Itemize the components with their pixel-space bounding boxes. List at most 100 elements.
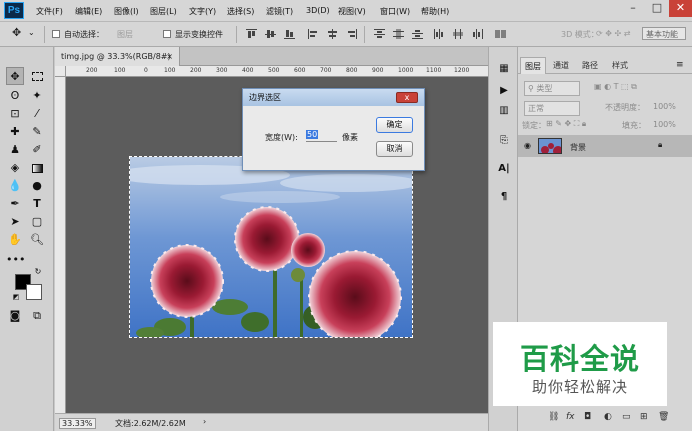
character-panel-icon[interactable]: A| <box>496 161 512 177</box>
quick-mask-icon[interactable]: ◙ <box>6 307 24 325</box>
adjustment-layer-icon[interactable]: ◐ <box>604 412 612 422</box>
maximize-button[interactable]: □ <box>646 0 668 17</box>
workspace-dropdown[interactable]: 基本功能 <box>642 27 686 40</box>
photoshop-logo: Ps <box>4 2 24 19</box>
align-right-icon[interactable] <box>346 29 357 39</box>
tab-channels[interactable]: 通道 <box>548 57 574 74</box>
background-color-swatch[interactable] <box>26 284 42 300</box>
cancel-button[interactable]: 取消 <box>376 141 413 157</box>
menu-type[interactable]: 文字(Y) <box>189 6 216 17</box>
default-colors-icon[interactable]: ◩ <box>11 292 21 302</box>
lock-icons[interactable]: ⊞ ✎ ✥ ⛶ 🔒︎ <box>546 119 586 129</box>
align-left-icon[interactable] <box>308 29 319 39</box>
move-tool-icon[interactable]: ✥ <box>6 67 24 85</box>
auto-select-target-dropdown[interactable]: 图层 <box>117 29 133 40</box>
trash-icon[interactable]: 🗑︎ <box>658 412 669 422</box>
distribute-hcenter-icon[interactable] <box>453 29 464 39</box>
menu-image[interactable]: 图像(I) <box>114 6 139 17</box>
clone-source-icon[interactable]: ⎘ <box>496 133 512 149</box>
close-tab-icon[interactable]: × <box>166 47 173 66</box>
minimize-button[interactable]: – <box>622 0 644 17</box>
new-layer-icon[interactable]: ⊞ <box>640 412 648 422</box>
ruler-tick: 300 <box>216 67 228 74</box>
menu-help[interactable]: 帮助(H) <box>421 6 449 17</box>
distribute-vcenter-icon[interactable] <box>393 29 404 39</box>
menu-3d[interactable]: 3D(D) <box>306 6 330 15</box>
auto-align-icon[interactable] <box>495 29 506 39</box>
history-brush-icon[interactable]: ✐ <box>28 141 46 159</box>
dialog-close-button[interactable]: x <box>396 92 418 103</box>
menu-select[interactable]: 选择(S) <box>227 6 254 17</box>
panel-menu-icon[interactable]: ≡ <box>676 60 684 70</box>
magic-wand-icon[interactable]: ✦ <box>28 87 46 105</box>
add-mask-icon[interactable]: ◘ <box>584 412 591 422</box>
gradient-tool-icon[interactable] <box>28 159 46 177</box>
type-tool-icon[interactable]: T <box>28 195 46 213</box>
chevron-down-icon[interactable]: ⌄ <box>28 28 35 37</box>
more-tools-icon[interactable]: ••• <box>6 251 25 269</box>
path-selection-icon[interactable]: ➤ <box>6 213 24 231</box>
paragraph-panel-icon[interactable]: ¶ <box>496 189 512 205</box>
menu-file[interactable]: 文件(F) <box>36 6 63 17</box>
swap-colors-icon[interactable]: ↻ <box>33 267 43 277</box>
align-hcenter-icon[interactable] <box>327 29 338 39</box>
eraser-tool-icon[interactable]: ◈ <box>6 159 24 177</box>
kind-filter-dropdown[interactable]: ⚲ 类型 <box>524 81 580 96</box>
show-transform-checkbox[interactable] <box>163 30 171 38</box>
move-tool-icon[interactable]: ✥ <box>12 26 21 39</box>
menu-edit[interactable]: 编辑(E) <box>75 6 102 17</box>
close-button[interactable]: ✕ <box>669 0 692 17</box>
border-selection-dialog: 边界选区 x 宽度(W): 50 像素 确定 取消 <box>242 88 425 171</box>
pen-tool-icon[interactable]: ✒ <box>6 195 24 213</box>
align-top-icon[interactable] <box>246 29 257 39</box>
kind-filter-label: 类型 <box>536 84 553 93</box>
menu-filter[interactable]: 滤镜(T) <box>266 6 293 17</box>
hand-tool-icon[interactable]: ✋ <box>6 231 24 249</box>
screen-mode-icon[interactable]: ⧉ <box>28 307 46 325</box>
healing-brush-icon[interactable]: ✚ <box>6 123 24 141</box>
visibility-eye-icon[interactable]: ◉ <box>524 141 531 150</box>
menu-view[interactable]: 视图(V) <box>338 6 366 17</box>
ruler-tick: 700 <box>320 67 332 74</box>
zoom-field[interactable]: 33.33% <box>59 418 96 429</box>
new-group-icon[interactable]: ▭ <box>622 412 631 422</box>
brush-tool-icon[interactable]: ✎ <box>28 123 46 141</box>
tab-layers[interactable]: 图层 <box>520 57 546 74</box>
align-vcenter-icon[interactable] <box>265 29 276 39</box>
clone-stamp-icon[interactable]: ♟ <box>6 141 24 159</box>
blend-mode-dropdown[interactable]: 正常 <box>524 101 580 116</box>
chevron-right-icon[interactable]: › <box>203 417 206 426</box>
history-panel-icon[interactable]: ▦ <box>496 61 512 77</box>
width-input[interactable]: 50 <box>306 130 337 142</box>
document-tab[interactable]: timg.jpg @ 33.3%(RGB/8#) × <box>55 47 180 66</box>
ok-button[interactable]: 确定 <box>376 117 413 133</box>
link-layers-icon[interactable]: ⛓ <box>548 412 559 422</box>
crop-tool-icon[interactable]: ⊡ <box>6 105 24 123</box>
menu-layer[interactable]: 图层(L) <box>150 6 177 17</box>
dodge-tool-icon[interactable]: ● <box>28 177 46 195</box>
tab-styles[interactable]: 样式 <box>607 57 633 74</box>
layer-background[interactable]: ◉ 背景 🔒︎ <box>518 135 692 157</box>
distribute-left-icon[interactable] <box>434 29 445 39</box>
blur-tool-icon[interactable]: 💧 <box>6 177 24 195</box>
divider <box>236 26 237 43</box>
lasso-tool-icon[interactable]: ʘ <box>6 87 24 105</box>
tab-paths[interactable]: 路径 <box>577 57 603 74</box>
menu-window[interactable]: 窗口(W) <box>380 6 410 17</box>
opacity-value[interactable]: 100% <box>653 102 676 111</box>
align-bottom-icon[interactable] <box>284 29 295 39</box>
layer-style-icon[interactable]: fx <box>566 412 575 422</box>
marquee-tool-icon[interactable] <box>28 67 46 85</box>
zoom-tool-icon[interactable]: 🔍︎ <box>28 231 46 249</box>
distribute-top-icon[interactable] <box>374 29 385 39</box>
actions-play-icon[interactable]: ▶ <box>496 83 512 99</box>
distribute-right-icon[interactable] <box>472 29 483 39</box>
eyedropper-icon[interactable]: ⁄ <box>28 105 46 123</box>
document-image[interactable] <box>129 156 413 338</box>
filter-icons[interactable]: ▣ ◐ T ⬚ ⧉ <box>594 82 637 92</box>
fill-value[interactable]: 100% <box>653 120 676 129</box>
auto-select-checkbox[interactable] <box>52 30 60 38</box>
properties-panel-icon[interactable]: ▥ <box>496 103 512 119</box>
shape-tool-icon[interactable]: ▢ <box>28 213 46 231</box>
distribute-bottom-icon[interactable] <box>412 29 423 39</box>
